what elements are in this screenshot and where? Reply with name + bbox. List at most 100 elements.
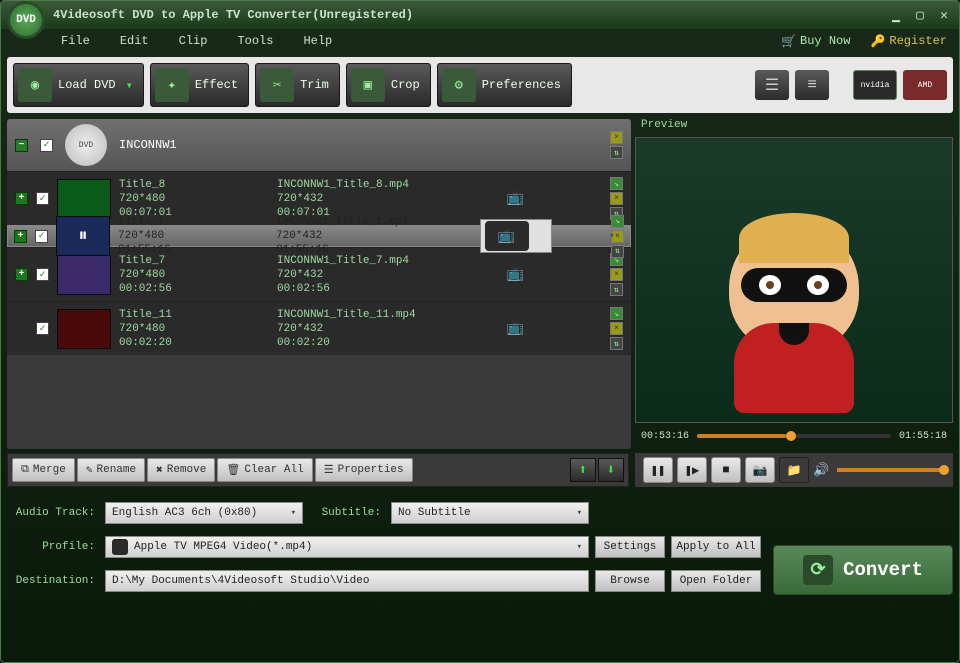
title-res: 720*480 (119, 193, 219, 205)
settings-button[interactable]: Settings (595, 536, 665, 558)
output-res: 720*432 (277, 323, 437, 335)
output-dur: 00:02:20 (277, 337, 437, 349)
title-res: 720*480 (119, 269, 219, 281)
crop-button[interactable]: ▣Crop (346, 63, 431, 107)
row-action-icon[interactable]: ↘ (610, 307, 623, 320)
open-folder-button[interactable]: 📁 (779, 457, 809, 483)
volume-icon[interactable]: 🔊 (813, 463, 829, 478)
register-link[interactable]: 🔑Register (870, 34, 947, 49)
apply-to-all-button[interactable]: Apply to All (671, 536, 761, 558)
thumbnail (57, 309, 111, 349)
thumbnail (57, 179, 111, 219)
view-detail-button[interactable]: ≡ (795, 70, 829, 100)
load-dvd-button[interactable]: ◉Load DVD▾ (13, 63, 144, 107)
row-close-icon[interactable]: × (610, 192, 623, 205)
collapse-button[interactable]: − (15, 139, 28, 152)
menu-tools[interactable]: Tools (237, 34, 273, 48)
rename-button[interactable]: ✎Rename (77, 458, 145, 482)
appletv-icon: 📺 (494, 184, 538, 214)
view-list-button[interactable]: ☰ (755, 70, 789, 100)
row-up-icon[interactable]: × (610, 131, 623, 144)
open-folder-button[interactable]: Open Folder (671, 570, 761, 592)
effect-button[interactable]: ✦Effect (150, 63, 249, 107)
output-dur: 00:02:56 (277, 283, 437, 295)
menu-help[interactable]: Help (303, 34, 332, 48)
maximize-button[interactable]: ▢ (911, 7, 929, 23)
move-up-button[interactable]: ⬆ (570, 458, 596, 482)
title-row[interactable]: + ✓ ⏸ Title_1720*48001:55:16 INCONNW1_Ti… (7, 225, 631, 247)
trim-button[interactable]: ✂Trim (255, 63, 340, 107)
properties-button[interactable]: ☰Properties (315, 458, 413, 482)
minimize-button[interactable]: ▁ (887, 7, 905, 23)
buy-now-link[interactable]: 🛒Buy Now (781, 34, 850, 49)
key-icon: 🔑 (870, 34, 885, 49)
title-name: Title_1 (118, 216, 218, 228)
seek-slider[interactable] (697, 434, 891, 438)
profile-label: Profile: (7, 541, 99, 553)
convert-button[interactable]: ⟳ Convert (773, 545, 953, 595)
nvidia-logo: nvidia (853, 70, 897, 100)
snapshot-button[interactable]: 📷 (745, 457, 775, 483)
audio-track-label: Audio Track: (7, 507, 99, 519)
stop-button[interactable]: ■ (711, 457, 741, 483)
destination-input[interactable]: D:\My Documents\4Videosoft Studio\Video (105, 570, 589, 592)
destination-label: Destination: (7, 575, 99, 587)
step-button[interactable]: ❚▶ (677, 457, 707, 483)
pause-button[interactable]: ❚❚ (643, 457, 673, 483)
disc-checkbox[interactable]: ✓ (40, 139, 53, 152)
title-checkbox[interactable]: ✓ (35, 230, 48, 243)
add-button[interactable]: + (14, 230, 27, 243)
preferences-button[interactable]: ⚙Preferences (437, 63, 572, 107)
title-duration: 00:02:20 (119, 337, 219, 349)
cart-icon: 🛒 (781, 34, 796, 49)
thumbnail (57, 255, 111, 295)
disc-row[interactable]: − ✓ DVD INCONNW1 ×⇅ (7, 119, 631, 171)
audio-track-dropdown[interactable]: English AC3 6ch (0x80)▾ (105, 502, 303, 524)
profile-dropdown[interactable]: Apple TV MPEG4 Video(*.mp4)▾ (105, 536, 589, 558)
gear-icon: ⚙ (442, 68, 476, 102)
row-more-icon[interactable]: ⇅ (610, 283, 623, 296)
title-row[interactable]: ✓ Title_11720*48000:02:20 INCONNW1_Title… (7, 301, 631, 355)
time-current: 00:53:16 (641, 431, 689, 442)
row-more-icon[interactable]: ⇅ (610, 337, 623, 350)
subtitle-dropdown[interactable]: No Subtitle▾ (391, 502, 589, 524)
title-checkbox[interactable]: ✓ (36, 268, 49, 281)
app-window: DVD 4Videosoft DVD to Apple TV Converter… (0, 0, 960, 663)
row-close-icon[interactable]: × (610, 322, 623, 335)
add-button[interactable]: + (15, 268, 28, 281)
volume-slider[interactable] (837, 468, 945, 472)
row-action-icon[interactable]: ↘ (611, 215, 624, 228)
row-close-icon[interactable]: × (610, 268, 623, 281)
remove-button[interactable]: ✖Remove (147, 458, 215, 482)
move-down-button[interactable]: ⬇ (598, 458, 624, 482)
trash-icon: 🗑 (226, 463, 240, 477)
row-more-icon[interactable]: ⇅ (610, 146, 623, 159)
toolbar: ◉Load DVD▾ ✦Effect ✂Trim ▣Crop ⚙Preferen… (7, 57, 953, 113)
close-button[interactable]: ✕ (935, 7, 953, 23)
chevron-down-icon: ▾ (291, 508, 296, 518)
menu-edit[interactable]: Edit (120, 34, 149, 48)
browse-button[interactable]: Browse (595, 570, 665, 592)
title-checkbox[interactable]: ✓ (36, 192, 49, 205)
merge-button[interactable]: ⧉Merge (12, 458, 75, 482)
row-action-icon[interactable]: ↘ (610, 177, 623, 190)
output-name: INCONNW1_Title_11.mp4 (277, 309, 437, 321)
output-name: INCONNW1_Title_8.mp4 (277, 179, 437, 191)
title-checkbox[interactable]: ✓ (36, 322, 49, 335)
clear-all-button[interactable]: 🗑Clear All (217, 458, 312, 482)
timeline: 00:53:16 01:55:18 (635, 423, 953, 449)
row-more-icon[interactable]: ⇅ (611, 245, 624, 258)
output-name: INCONNW1_Title_7.mp4 (277, 255, 437, 267)
appletv-icon: 📺 (485, 221, 529, 251)
add-button[interactable]: + (15, 192, 28, 205)
pencil-icon: ✎ (86, 463, 93, 477)
output-name: INCONNW1_Title_1.mp4 (276, 216, 436, 228)
menu-clip[interactable]: Clip (179, 34, 208, 48)
preview-frame (636, 138, 952, 422)
output-dur: 01:55:16 (276, 244, 436, 256)
title-name: Title_8 (119, 179, 219, 191)
title-res: 720*480 (118, 230, 218, 242)
output-device-dropdown[interactable]: 📺▾ (480, 219, 552, 253)
menu-file[interactable]: File (61, 34, 90, 48)
preview-screen[interactable] (635, 137, 953, 423)
